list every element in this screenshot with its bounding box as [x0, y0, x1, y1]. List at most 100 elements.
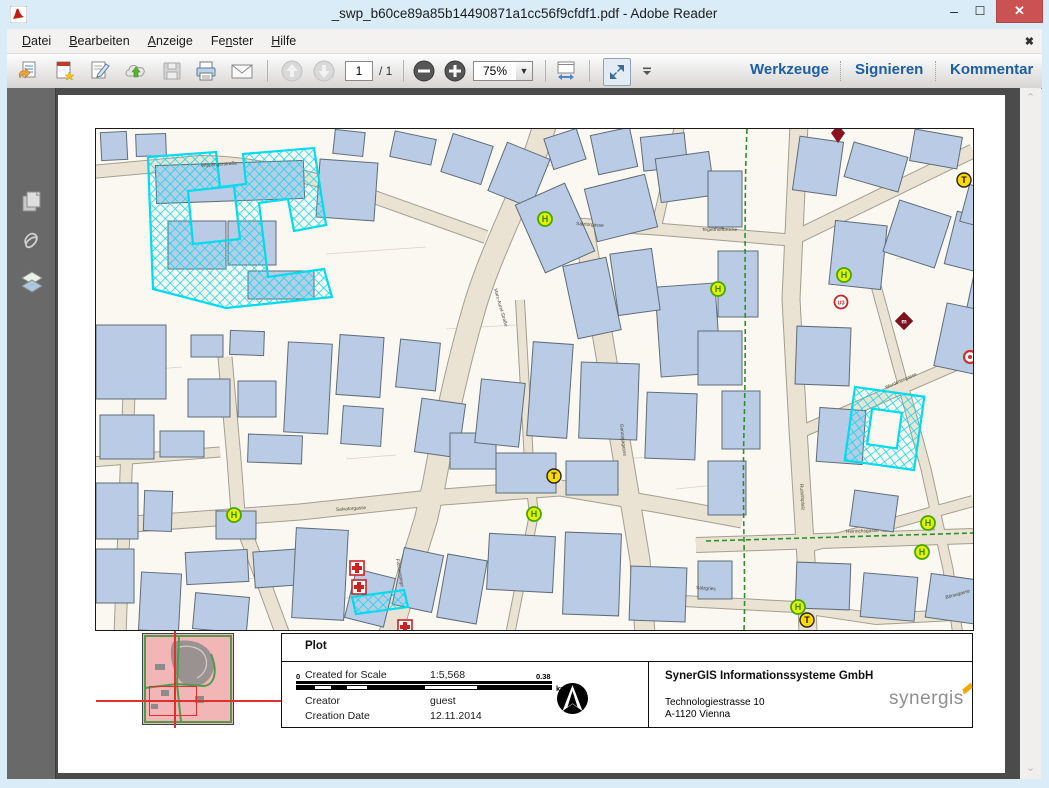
navigation-sidebar: [7, 88, 56, 779]
scroll-up-icon[interactable]: ⌃: [1024, 92, 1037, 105]
toolbar: / 1 ▼ Werkzeuge Signieren Kommentar: [7, 54, 1042, 89]
fit-width-button[interactable]: [553, 58, 579, 84]
building: [708, 461, 746, 515]
email-button[interactable]: [229, 58, 255, 84]
scalebar-segment: [314, 685, 332, 690]
vertical-scrollbar[interactable]: ⌃ ⌄: [1020, 88, 1041, 779]
print-button[interactable]: [193, 58, 219, 84]
attachments-icon[interactable]: [19, 228, 45, 254]
menu-hilfe[interactable]: Hilfe: [262, 31, 305, 51]
building: [193, 593, 250, 630]
scalebar-segment: [346, 685, 368, 690]
tab-signieren[interactable]: Signieren: [855, 61, 923, 78]
tab-werkzeuge[interactable]: Werkzeuge: [750, 61, 829, 78]
transit-stop-marker: H: [837, 268, 851, 282]
building: [792, 136, 843, 196]
transit-stop-marker: H: [527, 507, 541, 521]
close-button[interactable]: ✕: [996, 0, 1043, 23]
zoom-in-icon: [443, 59, 467, 83]
building: [96, 325, 166, 399]
toolbar-dotted-separator: [935, 61, 937, 81]
scalebar-line: [296, 681, 552, 684]
sign-document-button[interactable]: [87, 58, 113, 84]
cloud-upload-icon: [124, 60, 148, 82]
zoom-level-input[interactable]: [473, 61, 517, 81]
more-tools-chevron-icon[interactable]: [639, 58, 655, 84]
company-name: SynerGIS Informationssysteme GmbH: [665, 670, 873, 682]
scalebar: [296, 685, 552, 690]
layers-icon[interactable]: [19, 269, 45, 295]
overview-extent-rectangle: [149, 686, 197, 716]
zoom-out-button[interactable]: [411, 58, 437, 84]
building: [160, 431, 204, 457]
subway-station-marker: U3: [835, 296, 848, 309]
menu-anzeige[interactable]: Anzeige: [139, 31, 202, 51]
page-thumbnails-icon[interactable]: [19, 189, 45, 215]
tab-kommentar[interactable]: Kommentar: [950, 61, 1033, 78]
menu-bar-close-icon[interactable]: ✖: [1025, 35, 1034, 48]
next-page-button[interactable]: [311, 58, 337, 84]
svg-text:H: H: [919, 547, 926, 557]
transit-stop-marker: H: [227, 508, 241, 522]
menu-datei[interactable]: Datei: [13, 31, 60, 51]
menu-bearbeiten[interactable]: Bearbeiten: [60, 31, 138, 51]
building: [191, 335, 223, 357]
transit-stop-marker: H: [791, 600, 805, 614]
toolbar-separator: [589, 60, 590, 82]
save-button[interactable]: [159, 58, 185, 84]
building: [292, 528, 349, 621]
minimize-button[interactable]: –: [942, 0, 966, 22]
scalebar-segment: [296, 685, 314, 690]
svg-text:H: H: [531, 509, 538, 519]
svg-text:U3: U3: [837, 300, 844, 306]
building: [527, 342, 573, 439]
north-arrow: [555, 681, 590, 716]
building: [579, 362, 640, 440]
scalebar-segment: [368, 685, 424, 690]
building: [487, 533, 556, 592]
synergis-logo: synergis: [889, 688, 964, 710]
maximize-button[interactable]: ☐: [968, 0, 992, 22]
print-icon: [194, 60, 218, 82]
creator-value: guest: [430, 695, 456, 707]
city-map: WipplingerstraßeSalztorgasseMarc-Aurel-S…: [96, 129, 973, 630]
building: [698, 331, 742, 385]
toolbar-dotted-separator: [840, 61, 842, 81]
toolbar-separator: [403, 60, 404, 82]
building: [590, 129, 637, 175]
svg-text:H: H: [715, 284, 722, 294]
building: [860, 573, 918, 622]
open-file-button[interactable]: [15, 58, 41, 84]
building: [248, 434, 303, 464]
pharmacy-marker: [398, 620, 412, 630]
svg-text:m: m: [901, 319, 906, 325]
transit-stop-marker: H: [921, 516, 935, 530]
email-icon: [230, 61, 254, 81]
creation-date-label: Creation Date: [305, 710, 370, 722]
menu-fenster[interactable]: Fenster: [202, 31, 262, 51]
previous-page-button[interactable]: [279, 58, 305, 84]
fullscreen-button[interactable]: [603, 58, 631, 86]
title-bar: _swp_b60ce89a85b14490871a1cc56f9cfdf1.pd…: [0, 0, 1049, 30]
scroll-down-icon[interactable]: ⌄: [1024, 762, 1037, 775]
building: [230, 330, 265, 355]
taxi-stand-marker: T: [957, 173, 971, 187]
cloud-upload-button[interactable]: [123, 58, 149, 84]
building: [185, 549, 249, 584]
building: [795, 326, 851, 386]
menu-bar-items: DateiBearbeitenAnzeigeFensterHilfe: [13, 31, 305, 51]
svg-text:H: H: [795, 602, 802, 612]
taxi-stand-marker: T: [547, 469, 561, 483]
create-pdf-button[interactable]: [51, 58, 77, 84]
zoom-dropdown-button[interactable]: ▼: [516, 61, 533, 81]
svg-text:T: T: [804, 615, 810, 625]
company-address-line1: Technologiestrasse 10: [665, 697, 765, 708]
building: [100, 131, 127, 160]
scale-value: 1:5,568: [430, 669, 465, 681]
page-number-input[interactable]: [345, 61, 373, 81]
building: [96, 483, 138, 539]
zoom-in-button[interactable]: [442, 58, 468, 84]
building: [566, 461, 618, 495]
open-file-icon: [17, 60, 39, 82]
building: [336, 335, 384, 398]
